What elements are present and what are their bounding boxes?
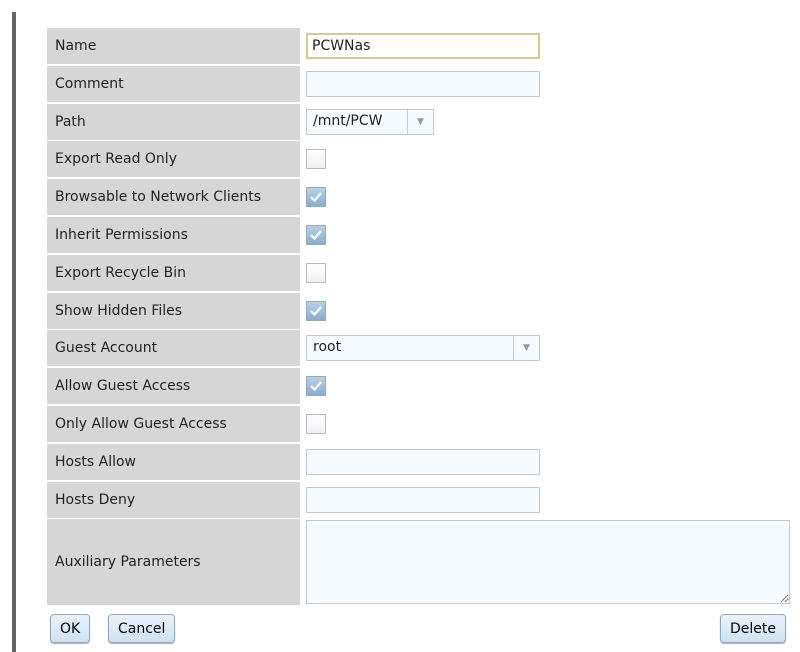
comment-value-cell	[300, 66, 790, 102]
button-bar: OK Cancel Delete	[50, 614, 786, 643]
allow-guest-access-checkbox[interactable]	[306, 376, 326, 397]
path-select[interactable]: /mnt/PCW ▼	[306, 108, 434, 135]
row-comment: Comment	[47, 65, 790, 102]
row-path: Path/mnt/PCW ▼	[47, 103, 790, 140]
hosts-deny-input[interactable]	[306, 486, 540, 513]
name-value-cell: PCWNas	[300, 28, 790, 64]
delete-button[interactable]: Delete	[720, 614, 786, 643]
auxiliary-parameters-value-cell	[300, 519, 790, 605]
allow-guest-access-value-cell	[300, 368, 790, 404]
row-only-allow-guest-access: Only Allow Guest Access	[47, 405, 790, 442]
show-hidden-files-value-cell	[300, 293, 790, 329]
name-label: Name	[47, 28, 300, 64]
hosts-allow-input[interactable]	[306, 448, 540, 475]
browsable-to-network-clients-checkbox[interactable]	[306, 187, 326, 208]
row-name: Name PCWNas	[47, 28, 790, 64]
row-hosts-deny: Hosts Deny	[47, 481, 790, 518]
guest-account-value-cell: root ▼	[300, 330, 790, 366]
browsable-to-network-clients-value-cell	[300, 179, 790, 215]
auxiliary-parameters-textarea[interactable]	[306, 520, 790, 605]
only-allow-guest-access-value-cell	[300, 406, 790, 442]
ok-button[interactable]: OK	[50, 614, 91, 643]
allow-guest-access-label: Allow Guest Access	[47, 368, 300, 405]
export-read-only-label: Export Read Only	[47, 141, 300, 178]
name-input-value: PCWNas	[312, 38, 371, 54]
left-border-bar	[12, 12, 16, 652]
path-value: /mnt/PCW	[313, 112, 383, 129]
browsable-to-network-clients-label: Browsable to Network Clients	[47, 179, 300, 216]
row-browsable-to-network-clients: Browsable to Network Clients	[47, 179, 790, 216]
checkmark-icon	[310, 192, 322, 203]
row-auxiliary-parameters: Auxiliary Parameters	[47, 519, 790, 606]
share-settings-form: Name PCWNas Comment Path/mnt/PCW ▼ Export Rea…	[47, 28, 790, 607]
show-hidden-files-checkbox[interactable]	[306, 300, 326, 321]
path-label: Path	[47, 103, 300, 140]
guest-account-label: Guest Account	[47, 330, 300, 367]
hosts-deny-label: Hosts Deny	[47, 481, 300, 518]
guest-account-select[interactable]: root ▼	[306, 335, 540, 362]
export-recycle-bin-value-cell	[300, 255, 790, 291]
inherit-permissions-checkbox[interactable]	[306, 224, 326, 245]
auxiliary-parameters-label: Auxiliary Parameters	[47, 519, 300, 606]
guest-account-value: root	[313, 339, 342, 356]
checkmark-icon	[310, 381, 322, 392]
comment-input[interactable]	[306, 70, 540, 97]
only-allow-guest-access-label: Only Allow Guest Access	[47, 405, 300, 442]
show-hidden-files-label: Show Hidden Files	[47, 292, 300, 329]
row-guest-account: Guest Account root ▼	[47, 330, 790, 367]
row-allow-guest-access: Allow Guest Access	[47, 368, 790, 405]
row-show-hidden-files: Show Hidden Files	[47, 292, 790, 329]
export-read-only-value-cell	[300, 141, 790, 177]
only-allow-guest-access-checkbox[interactable]	[306, 413, 326, 434]
chevron-down-icon: ▼	[513, 336, 539, 361]
export-read-only-checkbox[interactable]	[306, 149, 326, 170]
inherit-permissions-value-cell	[300, 217, 790, 253]
hosts-allow-label: Hosts Allow	[47, 443, 300, 480]
checkmark-icon	[310, 230, 322, 241]
row-hosts-allow: Hosts Allow	[47, 443, 790, 480]
cancel-button[interactable]: Cancel	[108, 614, 176, 643]
name-input[interactable]: PCWNas	[306, 33, 540, 59]
path-value-cell: /mnt/PCW ▼	[300, 104, 790, 140]
hosts-deny-value-cell	[300, 482, 790, 518]
comment-label: Comment	[47, 65, 300, 102]
hosts-allow-value-cell	[300, 444, 790, 480]
row-export-recycle-bin: Export Recycle Bin	[47, 254, 790, 291]
inherit-permissions-label: Inherit Permissions	[47, 216, 300, 253]
export-recycle-bin-checkbox[interactable]	[306, 262, 326, 283]
chevron-down-icon: ▼	[407, 109, 433, 134]
row-inherit-permissions: Inherit Permissions	[47, 216, 790, 253]
row-export-read-only: Export Read Only	[47, 141, 790, 178]
checkmark-icon	[310, 305, 322, 316]
export-recycle-bin-label: Export Recycle Bin	[47, 254, 300, 291]
